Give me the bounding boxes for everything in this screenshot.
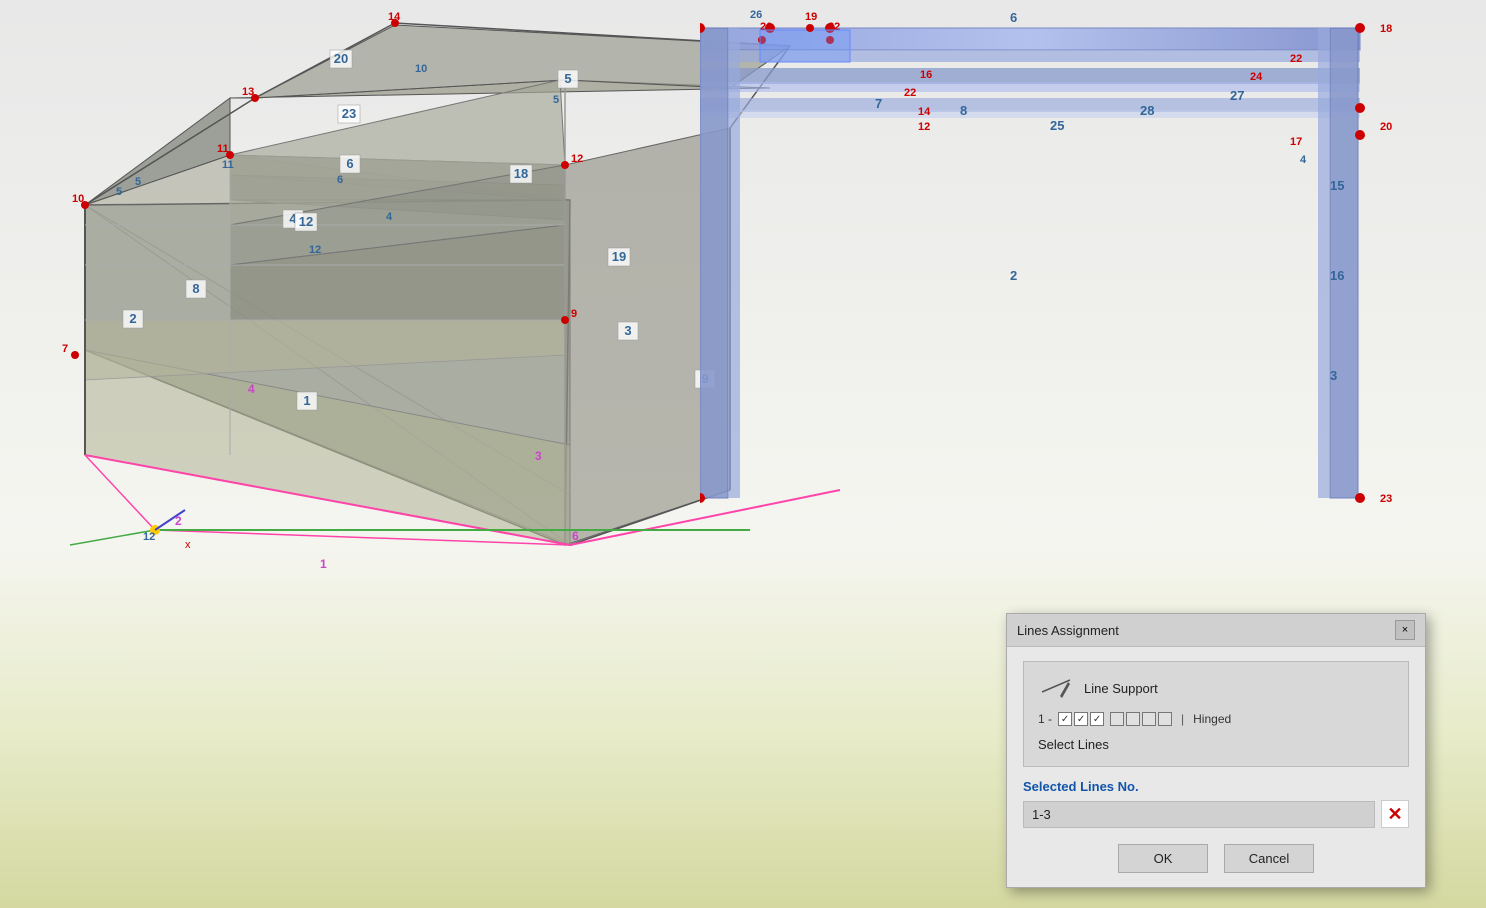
- checkbox-1[interactable]: ✓: [1058, 712, 1072, 726]
- unchecked-boxes-group: [1110, 712, 1172, 726]
- svg-text:19: 19: [805, 11, 817, 23]
- line-support-icon: [1038, 674, 1074, 702]
- dialog-buttons: OK Cancel: [1023, 840, 1409, 873]
- svg-text:6: 6: [1010, 10, 1017, 25]
- svg-text:5: 5: [116, 186, 122, 198]
- svg-text:11: 11: [217, 143, 229, 155]
- svg-text:3: 3: [624, 323, 631, 338]
- svg-text:7: 7: [875, 96, 882, 111]
- svg-text:3: 3: [1330, 368, 1337, 383]
- svg-text:12: 12: [309, 244, 321, 256]
- svg-text:16: 16: [1330, 268, 1344, 283]
- selected-lines-input[interactable]: [1023, 801, 1375, 828]
- svg-text:20: 20: [334, 51, 348, 66]
- line-support-value-row: 1 - ✓ ✓ ✓ | Hinged: [1038, 712, 1394, 726]
- svg-text:22: 22: [1290, 53, 1302, 65]
- svg-text:1: 1: [303, 393, 310, 408]
- svg-text:23: 23: [342, 106, 356, 121]
- lines-assignment-dialog: Lines Assignment × Line Support: [1006, 613, 1426, 888]
- svg-text:22: 22: [904, 87, 916, 99]
- svg-text:5: 5: [135, 176, 141, 188]
- line-support-section: Line Support 1 - ✓ ✓ ✓ |: [1023, 661, 1409, 767]
- blue-steel-frame: 18 20 15 8 23 6 27 28 25 8 7 16 13 3 15 …: [700, 0, 1460, 560]
- checked-boxes-group: ✓ ✓ ✓: [1058, 712, 1104, 726]
- selected-lines-row: ✕: [1023, 800, 1409, 828]
- svg-text:18: 18: [1380, 23, 1392, 35]
- checkbox-7[interactable]: [1158, 712, 1172, 726]
- svg-text:4: 4: [386, 211, 393, 223]
- clear-button[interactable]: ✕: [1381, 800, 1409, 828]
- svg-text:16: 16: [920, 69, 932, 81]
- dialog-close-button[interactable]: ×: [1395, 620, 1415, 640]
- svg-text:4: 4: [1300, 154, 1307, 166]
- svg-text:6: 6: [337, 174, 343, 186]
- svg-text:11: 11: [222, 159, 234, 171]
- svg-text:2: 2: [1010, 268, 1017, 283]
- selected-lines-no-label: Selected Lines No.: [1023, 779, 1409, 794]
- svg-text:7: 7: [62, 343, 68, 355]
- svg-text:9: 9: [571, 308, 577, 320]
- svg-text:2: 2: [175, 514, 182, 528]
- svg-text:5: 5: [564, 71, 571, 86]
- svg-text:20: 20: [1380, 121, 1392, 133]
- svg-text:15: 15: [1330, 178, 1344, 193]
- svg-text:8: 8: [960, 103, 967, 118]
- 3d-viewport: 1 2 3 4 5 6 8 9 12 18 19 23: [0, 0, 1486, 908]
- svg-text:23: 23: [1380, 493, 1392, 505]
- clear-icon: ✕: [1387, 805, 1402, 823]
- svg-text:5: 5: [553, 94, 559, 106]
- dialog-body: Line Support 1 - ✓ ✓ ✓ |: [1007, 647, 1425, 887]
- svg-text:19: 19: [612, 249, 626, 264]
- support-type: Hinged: [1193, 712, 1231, 726]
- checkbox-4[interactable]: [1110, 712, 1124, 726]
- separator: |: [1181, 712, 1184, 726]
- svg-text:4: 4: [248, 382, 255, 396]
- ok-button[interactable]: OK: [1118, 844, 1208, 873]
- checkbox-2[interactable]: ✓: [1074, 712, 1088, 726]
- svg-text:12: 12: [299, 214, 313, 229]
- svg-text:6: 6: [572, 529, 579, 543]
- svg-text:12: 12: [143, 531, 155, 543]
- svg-text:17: 17: [1290, 136, 1302, 148]
- checkbox-5[interactable]: [1126, 712, 1140, 726]
- svg-text:26: 26: [750, 9, 762, 21]
- svg-text:13: 13: [242, 86, 254, 98]
- svg-text:12: 12: [571, 153, 583, 165]
- svg-text:12: 12: [918, 121, 930, 133]
- svg-text:24: 24: [1250, 71, 1263, 83]
- svg-text:14: 14: [918, 106, 931, 118]
- dialog-titlebar: Lines Assignment ×: [1007, 614, 1425, 647]
- svg-text:28: 28: [1140, 103, 1154, 118]
- line-support-header-row: Line Support: [1038, 674, 1394, 702]
- svg-text:6: 6: [346, 156, 353, 171]
- svg-text:1: 1: [320, 557, 327, 571]
- support-number: 1 -: [1038, 712, 1052, 726]
- svg-text:18: 18: [514, 166, 528, 181]
- svg-text:10: 10: [72, 193, 84, 205]
- svg-text:3: 3: [535, 449, 542, 463]
- svg-text:14: 14: [388, 11, 401, 23]
- svg-text:x: x: [185, 539, 191, 551]
- svg-text:25: 25: [1050, 118, 1064, 133]
- selected-lines-section: Selected Lines No. ✕: [1023, 779, 1409, 828]
- cancel-button[interactable]: Cancel: [1224, 844, 1314, 873]
- checkbox-3[interactable]: ✓: [1090, 712, 1104, 726]
- svg-text:2: 2: [129, 311, 136, 326]
- checkbox-6[interactable]: [1142, 712, 1156, 726]
- line-support-label: Line Support: [1084, 681, 1158, 696]
- svg-text:10: 10: [415, 63, 427, 75]
- svg-text:8: 8: [192, 281, 199, 296]
- svg-text:27: 27: [1230, 88, 1244, 103]
- select-lines-row: Select Lines: [1038, 736, 1394, 754]
- select-lines-label: Select Lines: [1038, 737, 1109, 752]
- dialog-title: Lines Assignment: [1017, 623, 1119, 638]
